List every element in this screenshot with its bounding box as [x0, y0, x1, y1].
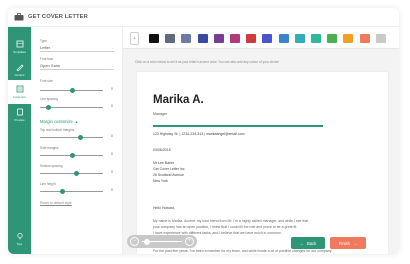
- top-bottom-slider[interactable]: [40, 134, 103, 140]
- back-label: Back: [306, 240, 317, 246]
- type-value: Letter: [40, 45, 51, 50]
- side-margins-slider[interactable]: [40, 152, 103, 158]
- recipient-line: Get Cover Letter Inc.: [153, 167, 186, 171]
- line-height-slider[interactable]: [40, 188, 103, 194]
- color-swatch[interactable]: [375, 34, 386, 43]
- finish-label: Finish: [338, 240, 350, 246]
- type-select[interactable]: Letter ⌵: [40, 44, 114, 52]
- line-spacing-value: 0: [111, 104, 113, 108]
- zoom-out-button[interactable]: −: [130, 237, 139, 246]
- side-margins-value: 0: [111, 152, 113, 156]
- color-palette: +: [123, 27, 399, 49]
- letter-name: Marika A.: [153, 94, 204, 106]
- letter-role: Manager: [153, 112, 168, 116]
- color-swatch[interactable]: [311, 34, 321, 43]
- nav-tips[interactable]: Tips: [8, 227, 31, 251]
- type-label: Type: [40, 39, 47, 43]
- chevron-down-icon: ⌵: [111, 45, 114, 50]
- nav-templates[interactable]: Templates: [8, 35, 31, 59]
- chevron-down-icon: ⌵: [111, 63, 114, 68]
- recipient-line: Mr Lee Baker: [153, 161, 175, 165]
- preview-icon: [16, 108, 23, 116]
- briefcase-icon: [14, 13, 24, 21]
- templates-icon: [16, 40, 23, 48]
- customize-panel: Type Letter ⌵ Font face Open Sans ⌵ Font…: [31, 27, 123, 254]
- color-swatch[interactable]: [278, 34, 289, 43]
- color-swatch[interactable]: [343, 34, 354, 43]
- section-spacing-label: Section spacing: [40, 164, 63, 168]
- letter-date: 03/06/2018: [153, 148, 171, 152]
- nav-label: Tips: [16, 242, 23, 246]
- content-icon: [16, 64, 23, 71]
- margins-title: Margin customize: [40, 119, 73, 124]
- color-swatch[interactable]: [149, 34, 159, 43]
- nav-content[interactable]: Content: [8, 58, 31, 82]
- nav-label: Templates: [13, 50, 26, 54]
- font-value: Open Sans: [40, 63, 61, 68]
- color-swatch[interactable]: [262, 34, 273, 43]
- accent-rule: [153, 125, 323, 127]
- recipient-line: New York: [153, 179, 168, 183]
- font-select[interactable]: Open Sans ⌵: [40, 62, 114, 70]
- preview-canvas: + Click on a color below to set it as yo…: [123, 27, 399, 254]
- top-bottom-value: 0: [111, 134, 113, 138]
- nav-label: Preview: [14, 118, 25, 122]
- letter-contact: 123 Highway St. | 1234-234-343 | marikaa…: [153, 132, 245, 136]
- letter-page: Marika A. Manager 123 Highway St. | 1234…: [137, 72, 388, 254]
- back-button[interactable]: ← Back: [291, 237, 325, 249]
- font-size-value: 0: [111, 87, 113, 91]
- nav-preview[interactable]: Preview: [8, 103, 31, 127]
- line-spacing-label: Line spacing: [40, 97, 58, 101]
- line-spacing-slider[interactable]: [40, 104, 103, 110]
- zoom-in-button[interactable]: +: [185, 237, 194, 246]
- tips-icon: [16, 232, 23, 240]
- color-swatch[interactable]: [359, 34, 370, 43]
- zoom-control: − +: [127, 235, 197, 248]
- font-size-label: Font size: [40, 79, 53, 83]
- nav-customize[interactable]: Customize: [8, 80, 31, 104]
- chevron-up-icon: ▲: [74, 119, 79, 124]
- top-bottom-label: Top and bottom margins: [40, 128, 75, 132]
- top-bar: GET COVER LETTER: [8, 8, 399, 27]
- color-swatch[interactable]: [246, 34, 257, 43]
- color-swatch[interactable]: [165, 34, 176, 43]
- app-window: GET COVER LETTER Templates Content Custo…: [8, 8, 399, 254]
- font-size-slider[interactable]: [40, 87, 103, 93]
- color-swatch[interactable]: [327, 34, 338, 43]
- custom-color-picker[interactable]: +: [130, 32, 139, 45]
- letter-greeting: Hello Howard,: [153, 206, 175, 210]
- color-swatch[interactable]: [230, 34, 240, 43]
- color-swatch[interactable]: [213, 34, 224, 43]
- color-swatch[interactable]: [181, 34, 192, 43]
- finish-button[interactable]: Finish →: [330, 237, 366, 249]
- section-spacing-slider[interactable]: [40, 170, 103, 176]
- nav-label: Customize: [12, 95, 27, 99]
- zoom-slider-knob[interactable]: [144, 238, 150, 245]
- color-swatch[interactable]: [294, 34, 305, 43]
- margins-section-toggle[interactable]: Margin customize ▲: [40, 119, 78, 124]
- arrow-right-icon: →: [352, 240, 358, 246]
- left-nav: Templates Content Customize Preview Tips: [8, 27, 31, 254]
- section-spacing-value: 0: [111, 170, 113, 174]
- side-margins-label: Side margins: [40, 146, 59, 150]
- palette-hint: Click on a color below to set it as your…: [135, 60, 279, 64]
- customize-icon: [16, 85, 23, 93]
- recipient-line: 26 Scotland Avenue: [153, 173, 185, 177]
- arrow-left-icon: ←: [299, 240, 304, 246]
- line-height-label: Line height: [40, 182, 56, 186]
- app-title: GET COVER LETTER: [28, 14, 88, 20]
- reset-default-link[interactable]: Reset to default style: [40, 201, 72, 205]
- nav-label: Content: [14, 73, 25, 77]
- plus-icon: +: [133, 36, 136, 42]
- color-swatch[interactable]: [197, 34, 208, 43]
- line-height-value: 0: [111, 188, 113, 192]
- font-label: Font face: [40, 57, 54, 61]
